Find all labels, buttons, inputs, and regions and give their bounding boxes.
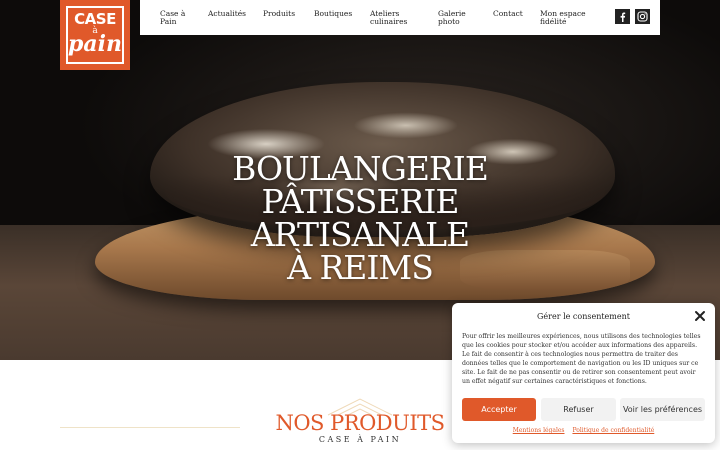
nav-item-label: Boutiques <box>314 9 353 18</box>
nav-item-label: culinaires <box>370 16 408 26</box>
view-preferences-button[interactable]: Voir les préférences <box>620 398 705 421</box>
legal-notice-link[interactable]: Mentions légales <box>513 427 565 434</box>
nav-item-contact[interactable]: Contact <box>493 10 523 18</box>
site-logo[interactable]: CASE à pain <box>60 0 130 70</box>
nav-item-fidelite[interactable]: Mon espace fidélité <box>540 10 586 25</box>
hero-title-line: À REIMS <box>287 248 434 287</box>
nav-item-boutiques[interactable]: Boutiques <box>314 10 352 18</box>
close-icon[interactable] <box>694 310 706 322</box>
nav-item-produits[interactable]: Produits <box>263 10 295 18</box>
nav-item-label: Produits <box>263 9 296 18</box>
nav-item-label: fidélité <box>540 16 567 26</box>
facebook-icon[interactable] <box>615 9 630 24</box>
nav-item-label: Contact <box>493 9 523 18</box>
logo-text-pain: pain <box>68 31 122 57</box>
section-title: NOS PRODUITS <box>275 411 445 435</box>
consent-title: Gérer le consentement <box>537 312 630 321</box>
consent-description: Pour offrir les meilleures expériences, … <box>462 333 701 385</box>
hero-title-line: PÂTISSERIE <box>261 182 460 221</box>
nav-item-ateliers[interactable]: Ateliers culinaires <box>370 10 407 25</box>
instagram-icon[interactable] <box>635 9 650 24</box>
nav-item-actualites[interactable]: Actualités <box>208 10 246 18</box>
section-divider-line <box>60 427 240 428</box>
nav-item-label: photo <box>438 16 460 26</box>
refuse-button[interactable]: Refuser <box>541 398 616 421</box>
privacy-policy-link[interactable]: Politique de confidentialité <box>572 427 654 434</box>
main-navigation: Case à Pain Actualités Produits Boutique… <box>140 0 660 35</box>
hero-title-line: ARTISANALE <box>250 215 470 254</box>
accept-button[interactable]: Accepter <box>462 398 536 421</box>
nav-item-galerie[interactable]: Galerie photo <box>438 10 466 25</box>
cookie-consent-dialog: Gérer le consentement Pour offrir les me… <box>452 303 715 443</box>
nav-item-label: Pain <box>160 16 177 26</box>
hero-title: BOULANGERIE PÂTISSERIE ARTISANALE À REIM… <box>190 152 530 284</box>
section-subtitle: CASE À PAIN <box>318 435 402 444</box>
nav-item-case-a-pain[interactable]: Case à Pain <box>160 10 185 25</box>
hero-title-line: BOULANGERIE <box>232 149 489 188</box>
consent-links: Mentions légales Politique de confidenti… <box>452 427 715 434</box>
nav-item-label: Actualités <box>208 9 247 18</box>
